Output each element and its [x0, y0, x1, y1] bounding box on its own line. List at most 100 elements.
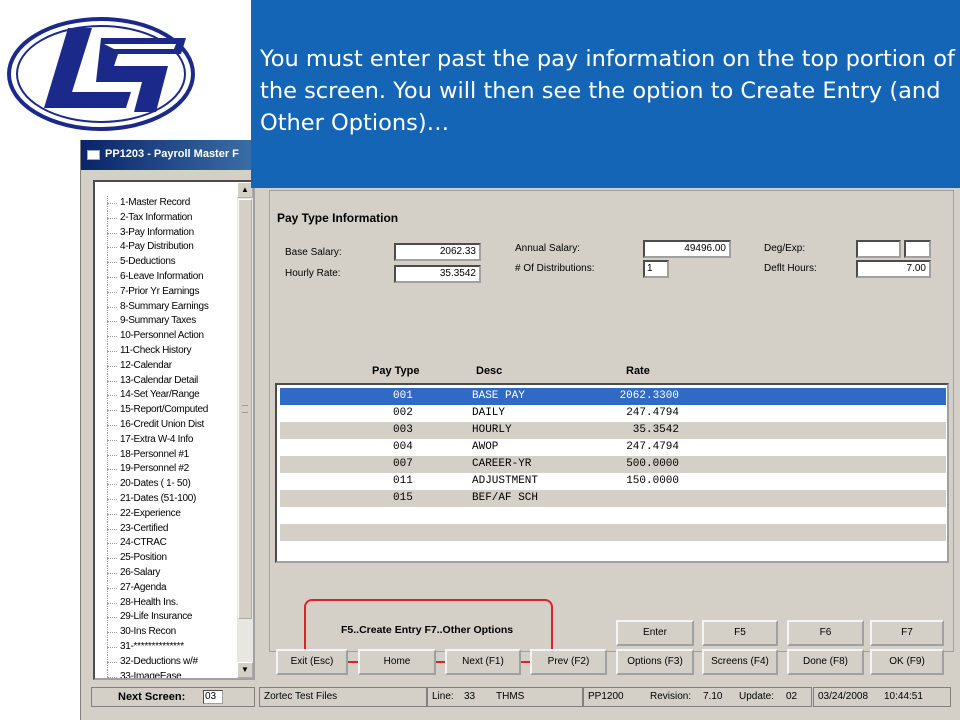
- sidebar-item[interactable]: 7-Prior Yr Earnings: [95, 284, 253, 300]
- sidebar-item[interactable]: 18-Personnel #1: [95, 447, 253, 463]
- sidebar-item[interactable]: 19-Personnel #2: [95, 462, 253, 478]
- line-value: 33: [464, 691, 476, 702]
- window-title: PP1203 - Payroll Master F: [105, 148, 239, 160]
- update-label: Update:: [739, 691, 775, 702]
- sidebar-item[interactable]: 3-Pay Information: [95, 225, 253, 241]
- sidebar-item[interactable]: 13-Calendar Detail: [95, 373, 253, 389]
- col-header-pay-type[interactable]: Pay Type: [372, 365, 420, 377]
- next-button[interactable]: Next (F1): [445, 649, 521, 675]
- sidebar-item[interactable]: 6-Leave Information: [95, 269, 253, 285]
- deflt-hours-field[interactable]: 7.00: [856, 260, 931, 278]
- home-button[interactable]: Home: [358, 649, 436, 675]
- rate-cell: 247.4794: [626, 407, 679, 419]
- tree-list: 1-Master Record 2-Tax Information 3-Pay In…: [95, 182, 253, 678]
- sidebar-item[interactable]: 2-Tax Information: [95, 210, 253, 226]
- sidebar-item[interactable]: 29-Life Insurance: [95, 610, 253, 626]
- ls-logo-icon: [7, 17, 195, 131]
- scroll-thumb[interactable]: [238, 199, 252, 619]
- table-row[interactable]: 011 ADJUSTMENT 150.0000: [280, 473, 946, 490]
- files-cell: Zortec Test Files: [259, 687, 427, 707]
- sidebar-item[interactable]: 26-Salary: [95, 565, 253, 581]
- pay-type-cell: 002: [393, 407, 413, 419]
- program-cell: PP1200 Revision: 7.10 Update: 02: [583, 687, 812, 707]
- hourly-rate-field[interactable]: 35.3542: [394, 265, 481, 283]
- table-row[interactable]: 015 BEF/AF SCH: [280, 490, 946, 507]
- rate-cell: 35.3542: [632, 424, 679, 436]
- done-button[interactable]: Done (F8): [787, 649, 864, 675]
- rate-cell: 2062.3300: [619, 390, 679, 402]
- sidebar-item[interactable]: 9-Summary Taxes: [95, 314, 253, 330]
- table-row[interactable]: 001 BASE PAY 2062.3300: [280, 388, 946, 405]
- sidebar-item[interactable]: 28-Health Ins.: [95, 595, 253, 611]
- sidebar-item[interactable]: 31-**************: [95, 639, 253, 655]
- sidebar-item[interactable]: 23-Certified: [95, 521, 253, 537]
- exp-field[interactable]: [904, 240, 931, 258]
- col-header-rate[interactable]: Rate: [626, 365, 650, 377]
- revision-label: Revision:: [650, 691, 692, 702]
- sidebar-item[interactable]: 22-Experience: [95, 506, 253, 522]
- sidebar-item[interactable]: 4-Pay Distribution: [95, 240, 253, 256]
- desc-cell: HOURLY: [472, 424, 512, 436]
- col-header-desc[interactable]: Desc: [476, 365, 502, 377]
- window-icon: [87, 150, 100, 160]
- sidebar-item[interactable]: 25-Position: [95, 551, 253, 566]
- sidebar-item[interactable]: 17-Extra W-4 Info: [95, 432, 253, 448]
- time-value: 10:44:51: [884, 691, 923, 702]
- table-row[interactable]: 004 AWOP 247.4794: [280, 439, 946, 456]
- sidebar-item[interactable]: 15-Report/Computed: [95, 403, 253, 418]
- sidebar-item[interactable]: 1-Master Record: [95, 196, 253, 211]
- screens-button[interactable]: Screens (F4): [702, 649, 778, 675]
- table-row[interactable]: [280, 524, 946, 541]
- sidebar-item[interactable]: 20-Dates ( 1- 50): [95, 477, 253, 492]
- status-bar: Next Screen: 03 Zortec Test Files Line: …: [91, 687, 951, 707]
- desc-cell: ADJUSTMENT: [472, 475, 539, 487]
- program-value: PP1200: [588, 691, 624, 702]
- table-row[interactable]: [280, 541, 946, 558]
- sidebar-item[interactable]: 33-ImageEase: [95, 669, 253, 678]
- options-button[interactable]: Options (F3): [616, 649, 694, 675]
- table-row[interactable]: 007 CAREER-YR 500.0000: [280, 456, 946, 473]
- sidebar-item[interactable]: 30-Ins Recon: [95, 625, 253, 640]
- ok-button[interactable]: OK (F9): [870, 649, 944, 675]
- f5-button[interactable]: F5: [702, 620, 778, 646]
- desc-cell: BASE PAY: [472, 390, 525, 402]
- base-salary-field[interactable]: 2062.33: [394, 243, 481, 261]
- annual-salary-label: Annual Salary:: [515, 243, 581, 254]
- sidebar-item[interactable]: 11-Check History: [95, 343, 253, 359]
- f7-button[interactable]: F7: [870, 620, 944, 646]
- f6-button[interactable]: F6: [787, 620, 864, 646]
- rate-cell: 500.0000: [626, 458, 679, 470]
- table-row[interactable]: 003 HOURLY 35.3542: [280, 422, 946, 439]
- sidebar-item[interactable]: 14-Set Year/Range: [95, 388, 253, 404]
- sidebar-item[interactable]: 10-Personnel Action: [95, 329, 253, 344]
- sidebar-item[interactable]: 12-Calendar: [95, 358, 253, 374]
- deg-field[interactable]: [856, 240, 901, 258]
- distributions-field[interactable]: 1: [643, 260, 669, 278]
- sidebar-item[interactable]: 21-Dates (51-100): [95, 491, 253, 507]
- annual-salary-field[interactable]: 49496.00: [643, 240, 731, 258]
- scroll-down-icon[interactable]: ▼: [237, 662, 253, 678]
- sidebar-item[interactable]: 24-CTRAC: [95, 536, 253, 552]
- exit-button[interactable]: Exit (Esc): [276, 649, 348, 675]
- sidebar-item[interactable]: 8-Summary Earnings: [95, 299, 253, 315]
- panel-title: Pay Type Information: [277, 211, 399, 225]
- sidebar-item[interactable]: 27-Agenda: [95, 580, 253, 596]
- sidebar-item[interactable]: 5-Deductions: [95, 255, 253, 270]
- deg-exp-label: Deg/Exp:: [764, 243, 806, 254]
- pay-type-cell: 011: [393, 475, 413, 487]
- next-screen-input[interactable]: 03: [203, 690, 223, 704]
- files-text: Zortec Test Files: [264, 691, 338, 702]
- prev-button[interactable]: Prev (F2): [530, 649, 607, 675]
- sidebar-item[interactable]: 16-Credit Union Dist: [95, 417, 253, 433]
- line-cell: Line: 33 THMS: [427, 687, 583, 707]
- rate-cell: 150.0000: [626, 475, 679, 487]
- pay-type-cell: 001: [393, 390, 413, 402]
- pay-type-grid: 001 BASE PAY 2062.3300 002 DAILY 247.4794 003 H…: [275, 383, 949, 563]
- table-row[interactable]: 002 DAILY 247.4794: [280, 405, 946, 422]
- table-row[interactable]: [280, 507, 946, 524]
- enter-button[interactable]: Enter: [616, 620, 694, 646]
- tree-scrollbar[interactable]: ▲ ▼: [237, 182, 253, 678]
- desc-cell: CAREER-YR: [472, 458, 532, 470]
- window-titlebar[interactable]: PP1203 - Payroll Master F: [81, 140, 252, 170]
- sidebar-item[interactable]: 32-Deductions w/#: [95, 654, 253, 670]
